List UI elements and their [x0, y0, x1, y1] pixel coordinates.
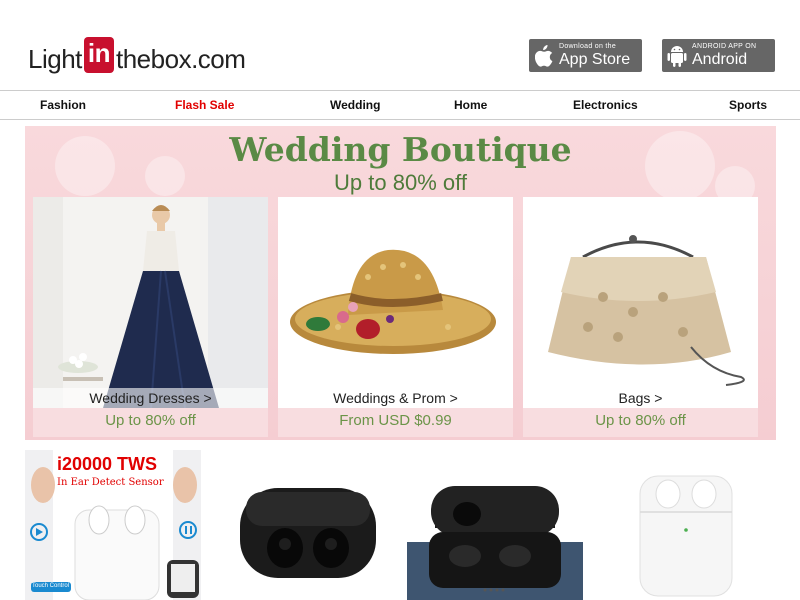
- android-app-button[interactable]: ANDROID APP ON Android: [662, 39, 775, 72]
- android-big-text: Android: [692, 51, 748, 68]
- bags-promo: Up to 80% off: [523, 408, 758, 437]
- wedding-boutique-banner[interactable]: Wedding Boutique Up to 80% off Wedding D…: [25, 126, 776, 440]
- product-tile[interactable]: i20000 TWS In Ear Detect Sensor Touch Co…: [25, 450, 201, 600]
- app-store-button[interactable]: Download on the App Store: [529, 39, 642, 72]
- wedding-dresses-card[interactable]: Wedding Dresses > Up to 80% off: [33, 197, 268, 437]
- product-tile[interactable]: [220, 450, 396, 600]
- earbuds-charging-case-image: [407, 450, 583, 600]
- touch-control-label: Touch Control: [32, 583, 70, 589]
- hat-brooch-image: [278, 197, 513, 408]
- site-logo[interactable]: Light in thebox .com: [28, 33, 246, 74]
- product-tile[interactable]: [407, 450, 583, 600]
- logo-text-light: Light: [28, 44, 82, 74]
- wedding-dress-image: [33, 197, 268, 408]
- wedding-dresses-promo: Up to 80% off: [33, 408, 268, 437]
- app-store-small-text: Download on the: [559, 43, 617, 50]
- logo-text-com: .com: [191, 44, 246, 74]
- banner-title: Wedding Boutique: [229, 130, 572, 169]
- beaded-bag-image: [523, 197, 758, 408]
- product-tile[interactable]: [598, 450, 774, 600]
- apple-icon: [529, 39, 559, 72]
- wedding-dresses-link[interactable]: Wedding Dresses >: [33, 388, 268, 408]
- bags-card[interactable]: Bags > Up to 80% off: [523, 197, 758, 437]
- nav-item-wedding[interactable]: Wedding: [330, 98, 380, 112]
- black-earbuds-case-image: [220, 450, 396, 600]
- weddings-prom-card[interactable]: Weddings & Prom > From USD $0.99: [278, 197, 513, 437]
- bags-link[interactable]: Bags >: [523, 388, 758, 408]
- app-store-big-text: App Store: [559, 51, 631, 68]
- category-nav: Fashion Flash Sale Wedding Home Electron…: [0, 90, 800, 120]
- nav-item-fashion[interactable]: Fashion: [40, 98, 86, 112]
- site-header: Light in thebox .com Download on the App…: [0, 0, 800, 90]
- weddings-prom-link[interactable]: Weddings & Prom >: [278, 388, 513, 408]
- tws-title: i20000 TWS: [57, 454, 158, 474]
- android-icon: [662, 39, 692, 72]
- nav-item-flash-sale[interactable]: Flash Sale: [175, 98, 234, 112]
- white-earbuds-case-image: [598, 450, 774, 600]
- tws-subtitle: In Ear Detect Sensor: [57, 477, 164, 488]
- weddings-prom-promo: From USD $0.99: [278, 408, 513, 437]
- nav-item-sports[interactable]: Sports: [729, 98, 767, 112]
- nav-item-home[interactable]: Home: [454, 98, 487, 112]
- logo-text-thebox: thebox: [116, 44, 192, 74]
- logo-text-in: in: [83, 37, 114, 73]
- banner-subtitle: Up to 80% off: [334, 170, 467, 195]
- nav-item-electronics[interactable]: Electronics: [573, 98, 638, 112]
- android-small-text: ANDROID APP ON: [692, 43, 757, 50]
